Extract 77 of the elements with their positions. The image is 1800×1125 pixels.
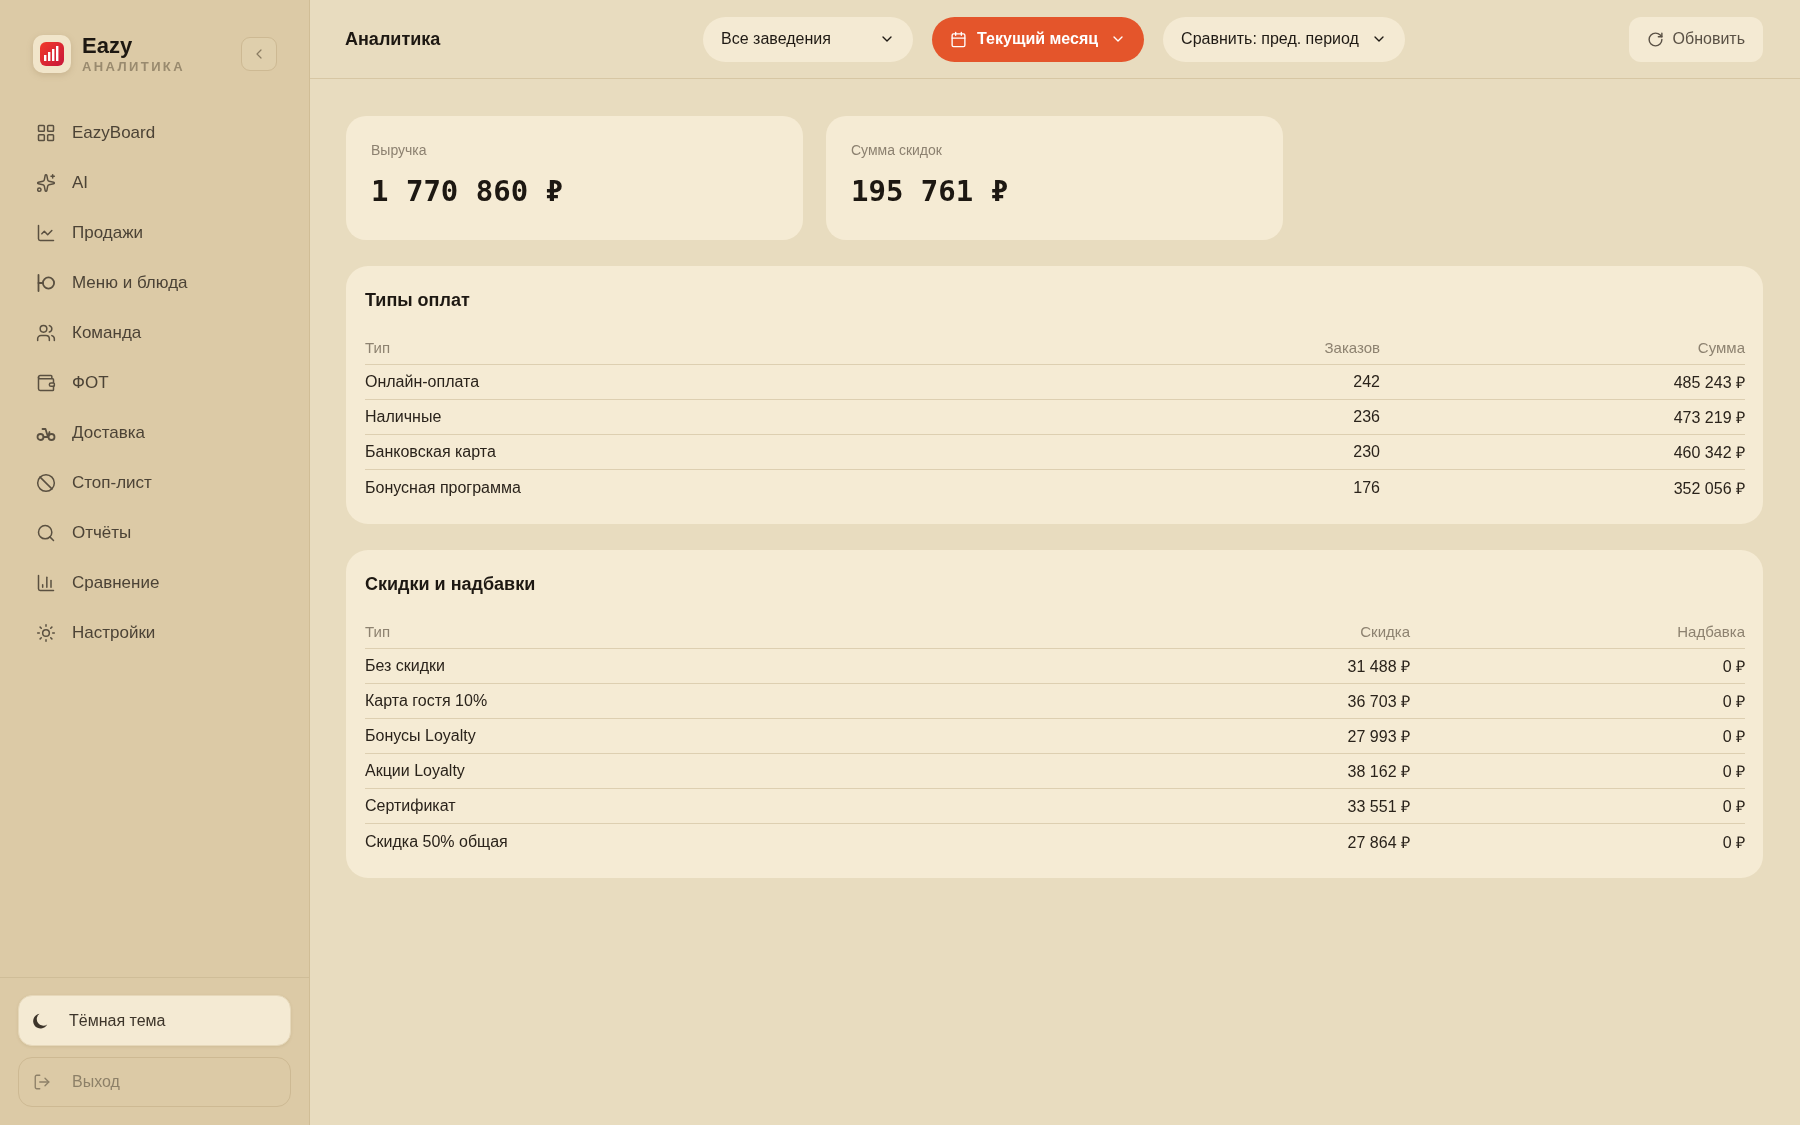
brand-subtitle: АНАЛИТИКА [82,59,185,75]
line-ring-icon [36,273,56,293]
table-cell-text: 473 219 ₽ [1673,408,1745,428]
table-cell: 242 [1353,373,1380,391]
nav-item[interactable]: Продажи [24,208,285,258]
logout-icon [33,1073,51,1091]
table-cell-text: 0 ₽ [1722,692,1745,712]
nav-item[interactable]: Доставка [24,408,285,458]
column-header: Тип [365,338,390,356]
nav-item[interactable]: Отчёты [24,508,285,558]
collapse-button[interactable] [241,37,277,71]
nav-item[interactable]: Стоп-лист [24,458,285,508]
nav-item[interactable]: Меню и блюда [24,258,285,308]
metric-value: 1 770 860 ₽ [371,174,564,208]
column-header: Надбавка [1677,622,1745,640]
table-cell-text: 0 ₽ [1722,657,1745,677]
nav-item[interactable]: Настройки [24,608,285,658]
table-cell: Бонусы Loyalty [365,727,476,745]
table-cell-text: 0 ₽ [1722,762,1745,782]
table-cell: Банковская карта [365,443,496,461]
table-cell: 236 [1353,408,1380,426]
table-cell-text: 0 ₽ [1722,832,1745,853]
refresh-icon [1646,30,1664,48]
theme-button[interactable]: Тёмная тема [18,995,291,1046]
wallet-icon [36,373,56,393]
nav-item[interactable]: Команда [24,308,285,358]
table-cell-text: 36 703 ₽ [1347,692,1410,712]
page-title: Аналитика [345,28,441,50]
table-cell-text: 31 488 ₽ [1347,657,1410,677]
nav-item[interactable]: AI [24,158,285,208]
refresh-button[interactable]: Обновить [1628,16,1763,62]
table-cell-text: 0 ₽ [1722,727,1745,747]
table-cell: Карта гостя 10% [365,692,488,710]
table-cell: 176 [1353,478,1380,497]
table-cell: Онлайн-оплата [365,373,480,391]
line-chart-icon [36,223,56,243]
metric-label: Выручка [371,142,427,158]
table-cell-text: 352 056 ₽ [1673,478,1745,499]
sun-icon [36,623,56,643]
filter-dropdown[interactable]: Сравнить: пред. период [1163,16,1405,62]
table-cell: Скидка 50% общая [365,832,508,851]
table-cell-text: 27 993 ₽ [1347,727,1410,747]
column-header: Заказов [1324,338,1380,356]
filter-dropdown[interactable]: Текущий месяц [932,16,1145,62]
filter-dropdown[interactable]: Все заведения [703,16,914,62]
sparkles-icon [36,173,56,193]
metric-label: Сумма скидок [851,142,942,158]
bar-chart-icon [36,573,56,593]
metric-value: 195 761 ₽ [851,174,1009,208]
brand-name: Eazy [82,33,133,59]
table-cell-text: 27 864 ₽ [1347,832,1410,853]
moon-icon [33,1012,48,1029]
calendar-icon [950,30,968,48]
table-cell-text: 485 243 ₽ [1673,373,1745,393]
table-cell: 230 [1353,443,1380,461]
table-cell: Наличные [365,408,442,426]
nav-item[interactable]: EazyBoard [24,108,285,158]
table-cell-text: 460 342 ₽ [1673,443,1745,463]
grid-icon [36,123,56,143]
table-cell: Акции Loyalty [365,762,465,780]
users-icon [36,323,56,343]
section-title: Скидки и надбавки [365,573,536,595]
ban-icon [36,473,56,493]
logo-icon [32,34,72,74]
table-cell: Бонусная программа [365,478,521,497]
table-cell-text: 0 ₽ [1722,797,1745,817]
column-header: Тип [365,622,390,640]
search-icon [36,523,56,543]
column-header: Скидка [1360,622,1410,640]
section-title: Типы оплат [365,289,470,311]
nav-item[interactable]: ФОТ [24,358,285,408]
table-cell-text: 33 551 ₽ [1347,797,1410,817]
nav-item[interactable]: Сравнение [24,558,285,608]
table-cell: Без скидки [365,657,446,675]
column-header: Сумма [1697,338,1745,356]
table-cell: Сертификат [365,797,456,815]
table-cell-text: 38 162 ₽ [1347,762,1410,782]
